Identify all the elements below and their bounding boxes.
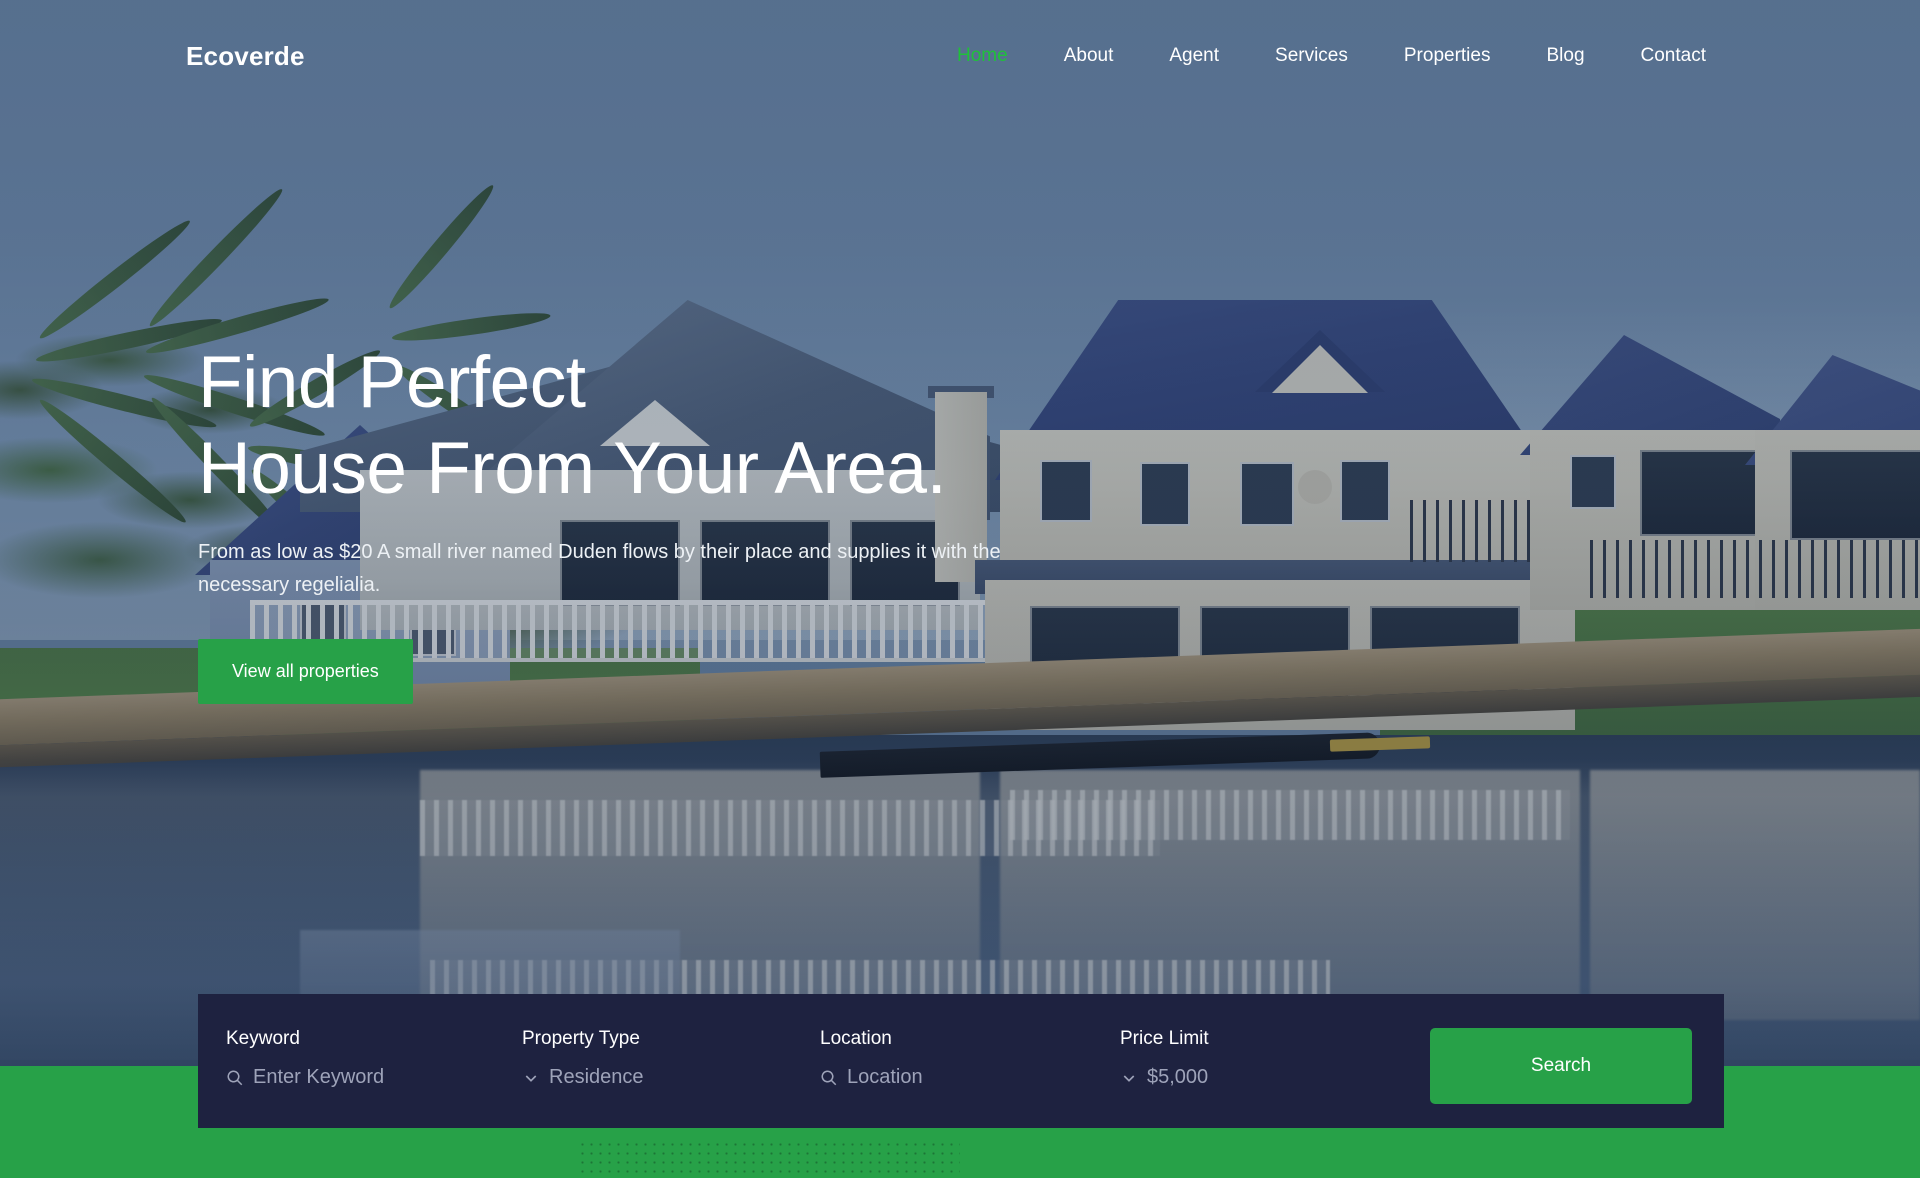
view-all-properties-button[interactable]: View all properties bbox=[198, 639, 413, 705]
chevron-down-icon bbox=[1120, 1069, 1138, 1087]
search-field-price-limit[interactable]: Price Limit $5,000 bbox=[1120, 994, 1420, 1089]
search-icon bbox=[226, 1069, 244, 1087]
search-icon bbox=[820, 1069, 838, 1087]
brand-logo[interactable]: Ecoverde bbox=[186, 41, 305, 72]
keyword-label: Keyword bbox=[226, 1028, 300, 1049]
nav-item-about[interactable]: About bbox=[1036, 45, 1142, 67]
property-type-value: Residence bbox=[549, 1066, 644, 1088]
location-value: Location bbox=[847, 1066, 923, 1088]
landing-page: Ecoverde Home About Agent Services Prope… bbox=[0, 0, 1920, 1178]
dot-pattern-decoration bbox=[578, 1140, 960, 1178]
nav-item-agent[interactable]: Agent bbox=[1141, 45, 1247, 67]
location-input[interactable]: Location bbox=[820, 1066, 1120, 1089]
nav-item-properties[interactable]: Properties bbox=[1376, 45, 1519, 67]
price-limit-value: $5,000 bbox=[1147, 1066, 1209, 1088]
nav-item-contact[interactable]: Contact bbox=[1613, 45, 1734, 67]
price-limit-label: Price Limit bbox=[1120, 1028, 1209, 1049]
chevron-down-icon bbox=[522, 1069, 540, 1087]
hero-title-line-2: House From Your Area. bbox=[198, 428, 947, 510]
nav-item-home[interactable]: Home bbox=[929, 45, 1036, 67]
hero-subtitle: From as low as $20 A small river named D… bbox=[198, 541, 1001, 596]
hero-title: Find Perfect House From Your Area. bbox=[198, 340, 1198, 512]
search-field-location[interactable]: Location Location bbox=[820, 994, 1120, 1089]
location-label: Location bbox=[820, 1028, 892, 1049]
keyword-value: Enter Keyword bbox=[253, 1066, 385, 1088]
price-limit-select[interactable]: $5,000 bbox=[1120, 1066, 1420, 1089]
keyword-input[interactable]: Enter Keyword bbox=[226, 1066, 522, 1089]
nav-item-blog[interactable]: Blog bbox=[1518, 45, 1612, 67]
hero-content: Find Perfect House From Your Area. From … bbox=[198, 340, 1198, 705]
search-button[interactable]: Search bbox=[1430, 1028, 1692, 1104]
search-field-property-type[interactable]: Property Type Residence bbox=[522, 994, 820, 1089]
property-search-panel: Keyword Enter Keyword Property Type Resi… bbox=[198, 994, 1724, 1128]
main-navigation: Home About Agent Services Properties Blo… bbox=[929, 45, 1734, 67]
hero-title-line-1: Find Perfect bbox=[198, 342, 586, 423]
site-header: Ecoverde Home About Agent Services Prope… bbox=[0, 0, 1920, 112]
property-type-select[interactable]: Residence bbox=[522, 1066, 820, 1089]
property-type-label: Property Type bbox=[522, 1028, 640, 1049]
search-field-keyword[interactable]: Keyword Enter Keyword bbox=[226, 994, 522, 1089]
nav-item-services[interactable]: Services bbox=[1247, 45, 1376, 67]
